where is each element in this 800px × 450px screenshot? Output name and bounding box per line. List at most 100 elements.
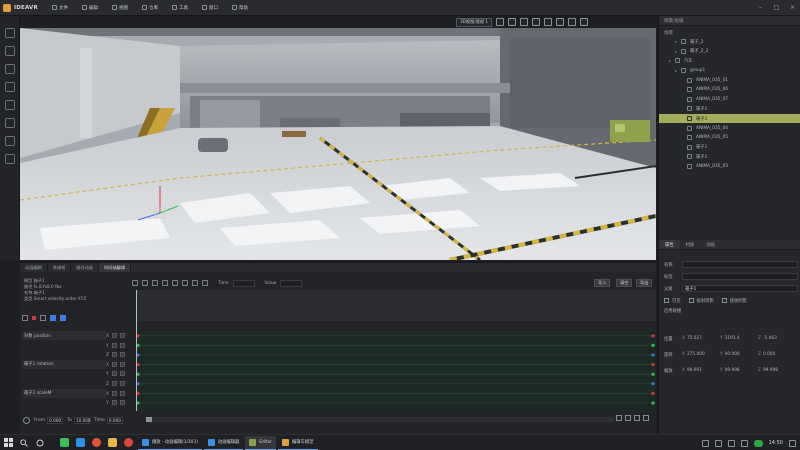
taskbar-task[interactable]: Editor <box>245 435 277 450</box>
track-label[interactable]: 对象 position <box>22 331 106 340</box>
menu-edit[interactable]: 编辑 <box>82 5 98 11</box>
lighting-icon[interactable] <box>508 18 517 26</box>
time-field[interactable] <box>232 279 255 287</box>
name-field[interactable] <box>682 261 798 268</box>
end-icon[interactable] <box>643 415 649 421</box>
play-icon[interactable] <box>625 415 631 421</box>
menu-view[interactable]: 视图 <box>112 5 128 11</box>
visibility-icon[interactable] <box>119 342 125 348</box>
fullscreen-icon[interactable] <box>568 18 577 26</box>
track-label[interactable] <box>22 398 106 407</box>
lock-icon[interactable] <box>111 400 117 406</box>
snap-tool-icon[interactable] <box>5 100 15 110</box>
scale-y[interactable]: 99.998 <box>725 368 740 373</box>
menu-repository[interactable]: 仓库 <box>142 5 158 11</box>
network-icon[interactable] <box>714 439 722 447</box>
visibility-icon[interactable] <box>119 400 125 406</box>
tree-item[interactable]: ▸ 汽车 <box>659 56 800 66</box>
tab-animation[interactable]: 动画 <box>700 240 721 249</box>
tag-field[interactable] <box>682 273 798 280</box>
linear-icon[interactable] <box>172 280 178 286</box>
select-tool-icon[interactable] <box>5 28 15 38</box>
visibility-icon[interactable] <box>119 361 125 367</box>
delete-key-icon[interactable] <box>152 280 158 286</box>
track-label[interactable] <box>22 341 106 350</box>
fit-icon[interactable] <box>202 280 208 286</box>
move-tool-icon[interactable] <box>5 46 15 56</box>
position-x[interactable]: 75.027 <box>687 336 702 341</box>
tree-item[interactable]: 箱子1 <box>659 152 800 162</box>
settings-icon[interactable] <box>580 18 589 26</box>
timeline-ruler[interactable] <box>136 290 656 321</box>
key-next-icon[interactable] <box>60 315 66 321</box>
import-button[interactable]: 导入 <box>594 279 611 287</box>
sun-icon[interactable] <box>544 18 553 26</box>
bezier-icon[interactable] <box>182 280 188 286</box>
search-icon[interactable] <box>16 435 32 450</box>
scale-tool-icon[interactable] <box>5 82 15 92</box>
playhead[interactable] <box>136 290 137 411</box>
timeline-scrollbar[interactable] <box>146 417 614 422</box>
add-icon[interactable] <box>23 416 30 424</box>
parent-field[interactable]: 箱子1 <box>682 285 798 292</box>
rotation-x[interactable]: 275.000 <box>687 352 705 357</box>
record-icon[interactable] <box>32 316 36 320</box>
tree-item[interactable]: ANIMA_035_04 <box>659 123 800 133</box>
rotate-tool-icon[interactable] <box>5 64 15 74</box>
tab-animation-edit[interactable]: 动画编辑 <box>20 263 48 272</box>
tree-item[interactable]: 箱子1 <box>659 113 800 124</box>
track-label[interactable]: 箱子1 scaleM <box>22 388 106 398</box>
lock-icon[interactable] <box>111 371 117 377</box>
screenshot-icon[interactable] <box>556 18 565 26</box>
tree-item[interactable]: ANIMA_035_05 <box>659 133 800 143</box>
tree-item[interactable]: ▸ 箱子_2 <box>659 37 800 47</box>
visibility-icon[interactable] <box>119 381 125 386</box>
notification-icon[interactable] <box>789 439 796 447</box>
tree-item[interactable]: ANIMA_035_07 <box>659 95 800 105</box>
move-key-icon[interactable] <box>142 280 148 286</box>
close-icon[interactable]: × <box>789 4 796 11</box>
scroll-thumb[interactable] <box>146 417 152 422</box>
tab-timeline-edit[interactable]: 时间轴编辑 <box>99 263 132 272</box>
track-label[interactable] <box>22 379 106 388</box>
rotation-y[interactable]: 90.000 <box>725 352 740 357</box>
chevron-up-icon[interactable] <box>701 439 709 447</box>
scale-z[interactable]: 99.998 <box>763 368 778 373</box>
from-field[interactable]: 0.000 <box>47 416 64 424</box>
visibility-icon[interactable] <box>119 333 125 338</box>
rotation-z[interactable]: 0.000 <box>763 352 775 357</box>
qq-icon[interactable] <box>72 435 88 450</box>
keyboard-icon[interactable] <box>740 439 748 447</box>
play-back-icon[interactable] <box>616 415 622 421</box>
camera-dropdown[interactable]: 3D视图/透视 1 <box>456 17 493 27</box>
camera-tool-icon[interactable] <box>5 154 15 164</box>
tree-item[interactable]: 箱子1 <box>659 143 800 153</box>
to-field[interactable]: 10.000 <box>73 416 91 424</box>
lock-icon[interactable] <box>111 352 117 358</box>
volume-icon[interactable] <box>727 439 735 447</box>
chrome-icon[interactable] <box>120 435 136 450</box>
track-label[interactable]: 箱子1 rotation <box>22 359 106 369</box>
tree-item[interactable]: 箱子1 <box>659 104 800 114</box>
filter-icon[interactable] <box>40 315 46 321</box>
position-y[interactable]: 3191.4 <box>725 336 740 341</box>
link-tool-icon[interactable] <box>5 136 15 146</box>
visibility-icon[interactable] <box>119 352 125 358</box>
battery-icon[interactable] <box>753 439 763 447</box>
step-icon[interactable] <box>192 280 198 286</box>
camera-icon[interactable] <box>532 18 541 26</box>
minimize-icon[interactable]: – <box>757 4 764 11</box>
tree-item[interactable]: ANIMA_035_03 <box>659 162 800 172</box>
lock-icon[interactable] <box>111 361 117 367</box>
wireframe-icon[interactable] <box>496 18 505 26</box>
value-field[interactable] <box>280 279 303 287</box>
add-track-icon[interactable] <box>22 315 28 321</box>
tab-path-animation[interactable]: 路径动画 <box>71 263 100 272</box>
clear-button[interactable]: 清空 <box>616 279 633 287</box>
lock-icon[interactable] <box>111 333 117 338</box>
pointer-icon[interactable] <box>132 280 138 286</box>
tab-properties[interactable]: 属性 <box>659 240 680 249</box>
clock[interactable]: 14:50 <box>769 440 783 446</box>
menu-window[interactable]: 窗口 <box>202 5 218 11</box>
key-prev-icon[interactable] <box>50 315 56 321</box>
